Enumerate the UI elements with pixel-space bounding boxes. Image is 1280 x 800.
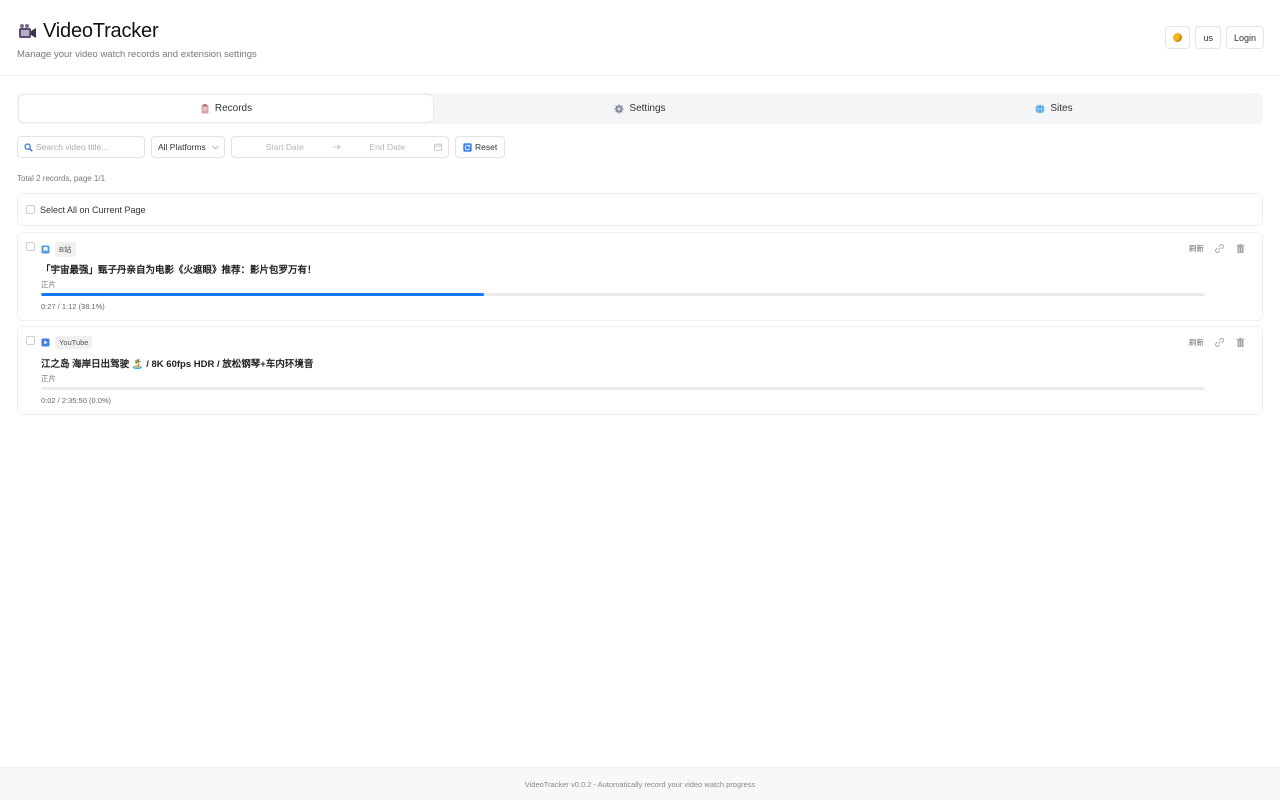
- link-icon[interactable]: [1214, 243, 1225, 254]
- filter-bar: All Platforms Start Date End Date Reset: [17, 136, 506, 158]
- select-all-checkbox[interactable]: [26, 205, 35, 214]
- trash-icon[interactable]: [1235, 337, 1246, 348]
- search-icon: [24, 142, 33, 152]
- platform-badge: YouTube: [55, 336, 93, 349]
- footer-text: VideoTracker v0.0.2 - Automatically reco…: [524, 779, 756, 789]
- record-header: YouTube: [41, 336, 93, 349]
- login-button[interactable]: Login: [1225, 26, 1264, 49]
- trash-icon[interactable]: [1235, 243, 1246, 254]
- refresh-button[interactable]: 刷新: [1189, 337, 1204, 348]
- records-summary: Total 2 records, page 1/1: [17, 174, 106, 183]
- video-camera-icon: [19, 23, 36, 38]
- app-footer: VideoTracker v0.0.2 - Automatically reco…: [0, 767, 1280, 800]
- record-header: B站: [41, 242, 76, 257]
- start-date-input[interactable]: Start Date: [238, 142, 332, 152]
- reset-label: Reset: [475, 142, 498, 152]
- globe-icon: [1035, 103, 1045, 114]
- theme-toggle-button[interactable]: [1165, 26, 1191, 49]
- platform-badge: B站: [55, 242, 76, 257]
- record-card: YouTube 江之岛 海岸日出驾驶 🏝️ / 8K 60fps HDR / 放…: [17, 326, 1263, 415]
- youtube-icon: [41, 338, 50, 347]
- date-range-picker: Start Date End Date: [231, 136, 449, 158]
- brand: VideoTracker: [17, 20, 1264, 43]
- select-all-label: Select All on Current Page: [40, 204, 146, 215]
- reset-icon: [463, 142, 472, 152]
- record-title[interactable]: 「宇宙最强」甄子丹亲自为电影《火遮眼》推荐：影片包罗万有！: [41, 262, 317, 276]
- bilibili-icon: [41, 245, 50, 254]
- search-box: [17, 136, 145, 158]
- progress-bar: [41, 293, 1205, 296]
- main-tabs: Records Settings Sites: [17, 93, 1263, 124]
- record-checkbox[interactable]: [26, 336, 35, 345]
- record-type: 正片: [41, 280, 56, 289]
- progress-bar: [41, 387, 1205, 390]
- app-header: VideoTracker Manage your video watch rec…: [0, 0, 1280, 76]
- tab-settings-label: Settings: [629, 103, 666, 114]
- refresh-button[interactable]: 刷新: [1189, 243, 1204, 254]
- end-date-input[interactable]: End Date: [341, 142, 435, 152]
- record-actions: 刷新: [1189, 243, 1246, 254]
- arrow-right-icon: [332, 144, 341, 150]
- record-actions: 刷新: [1189, 337, 1246, 348]
- progress-bar-fill: [41, 293, 485, 296]
- tab-sites-label: Sites: [1050, 103, 1073, 114]
- language-button[interactable]: us: [1195, 26, 1221, 49]
- reset-button[interactable]: Reset: [455, 136, 506, 158]
- app-subtitle: Manage your video watch records and exte…: [17, 49, 257, 60]
- select-all-row: Select All on Current Page: [17, 193, 1263, 226]
- gear-icon: [614, 103, 625, 114]
- record-progress-time: 0:02 / 2:35:50 (0.0%): [41, 396, 112, 405]
- chevron-down-icon: [212, 144, 219, 149]
- record-card: B站 「宇宙最强」甄子丹亲自为电影《火遮眼》推荐：影片包罗万有！ 正片 0:27…: [17, 232, 1263, 321]
- tab-records-label: Records: [214, 103, 253, 114]
- moon-icon: [1173, 33, 1183, 42]
- clipboard-icon: [201, 103, 209, 113]
- record-progress-time: 0:27 / 1:12 (38.1%): [41, 302, 105, 311]
- header-actions: us Login: [1165, 26, 1264, 49]
- platform-select-value: All Platforms: [158, 142, 206, 152]
- link-icon[interactable]: [1214, 337, 1225, 348]
- tab-sites[interactable]: Sites: [847, 95, 1261, 122]
- app-title: VideoTracker: [43, 20, 159, 42]
- calendar-icon[interactable]: [434, 143, 442, 151]
- tab-records[interactable]: Records: [19, 95, 433, 122]
- record-type: 正片: [41, 374, 56, 383]
- tab-settings[interactable]: Settings: [433, 95, 847, 122]
- search-input[interactable]: [36, 142, 136, 152]
- record-title[interactable]: 江之岛 海岸日出驾驶 🏝️ / 8K 60fps HDR / 放松钢琴+车内环境…: [41, 356, 313, 370]
- platform-select[interactable]: All Platforms: [151, 136, 225, 158]
- record-checkbox[interactable]: [26, 242, 35, 251]
